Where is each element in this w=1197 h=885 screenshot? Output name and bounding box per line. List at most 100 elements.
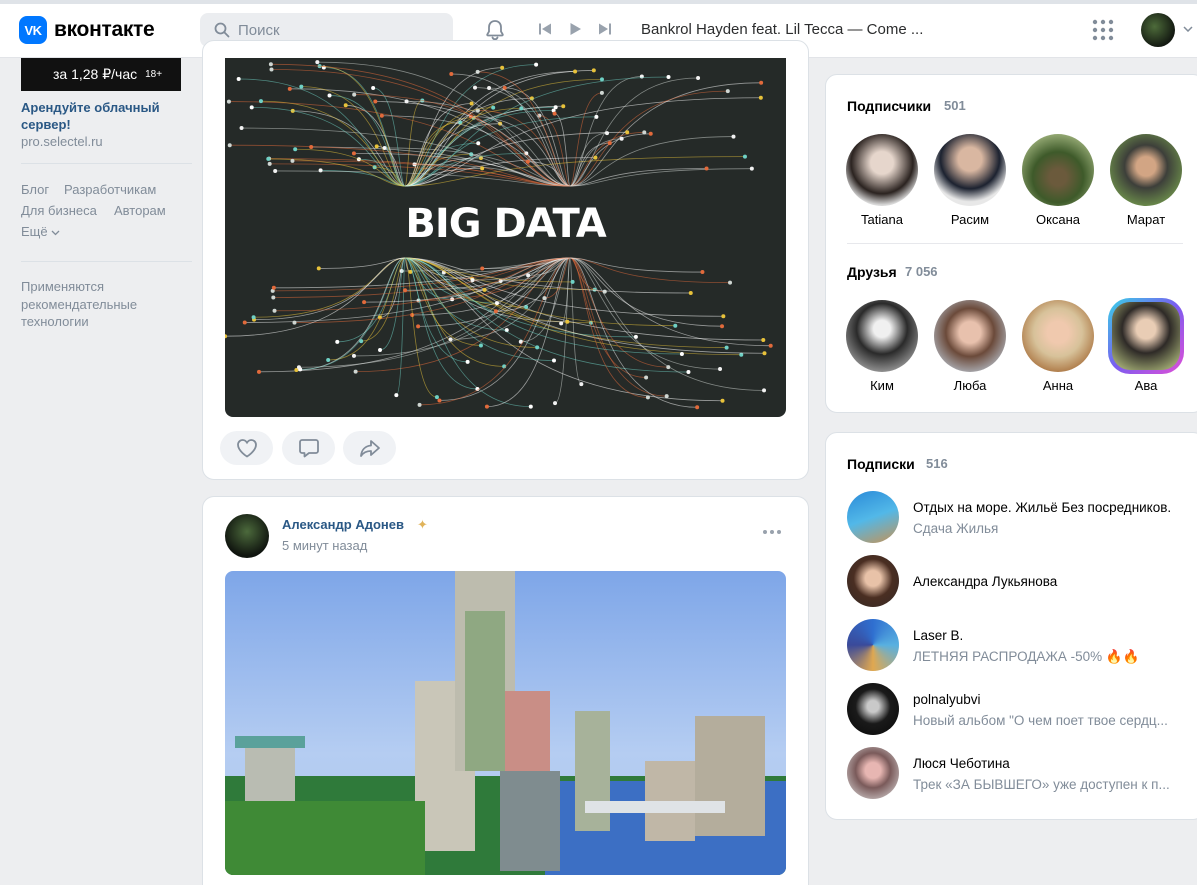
subscriber-name: Расим	[950, 212, 990, 227]
ad-title[interactable]: Арендуйте облачный сервер!	[21, 99, 181, 133]
decorative-dot	[593, 155, 598, 160]
subscriber-item[interactable]: Расим	[930, 134, 1010, 227]
avatar	[934, 134, 1006, 206]
decorative-dot	[227, 143, 232, 148]
decorative-curve	[569, 92, 602, 187]
decorative-dot	[417, 402, 422, 407]
subscription-item[interactable]: polnalyubvi Новый альбом "О чем поет тво…	[847, 683, 1187, 735]
decorative-curve	[251, 106, 406, 187]
link-business[interactable]: Для бизнеса	[21, 203, 97, 218]
friend-name: Люба	[953, 378, 987, 393]
decorative-dot	[725, 89, 730, 94]
share-icon	[359, 440, 380, 457]
subscription-status: Трек «ЗА БЫВШЕГО» уже доступен к п...	[913, 777, 1170, 792]
decorative-dot	[378, 347, 383, 352]
friend-item[interactable]: Ким	[842, 300, 922, 393]
post-image-bigdata[interactable]: BIG DATA	[225, 58, 786, 417]
subscribers-title[interactable]: Подписчики	[847, 98, 931, 114]
bell-icon[interactable]	[483, 18, 507, 42]
more-options-icon[interactable]	[762, 528, 782, 536]
decorative-dot	[258, 99, 263, 104]
link-more-label: Ещё	[21, 224, 48, 239]
post-author[interactable]: Александр Адонев	[282, 517, 404, 532]
decorative-dot	[686, 370, 691, 375]
friend-item[interactable]: Люба	[930, 300, 1010, 393]
vk-logo-icon: VK	[19, 16, 47, 44]
ad-banner[interactable]: за 1,28 ₽/час 18+	[21, 58, 181, 91]
decorative-dot	[573, 69, 578, 74]
subscription-item[interactable]: Отдых на море. Жильё Без посредников. Сд…	[847, 491, 1187, 543]
avatar	[847, 683, 899, 735]
subscriber-item[interactable]: Tatiana	[842, 134, 922, 227]
author-avatar[interactable]	[225, 514, 269, 558]
link-developers[interactable]: Разработчикам	[64, 182, 156, 197]
friend-name: Анна	[1042, 378, 1074, 393]
vk-logo[interactable]: VK вконтакте	[19, 16, 155, 44]
decorative-dot	[373, 99, 378, 104]
decorative-dot	[296, 365, 301, 370]
decorative-dot	[619, 136, 624, 141]
link-authors[interactable]: Авторам	[114, 203, 166, 218]
decorative-curve	[319, 65, 406, 187]
avatar	[847, 491, 899, 543]
like-button[interactable]	[220, 431, 273, 465]
friend-item[interactable]: Ава	[1106, 298, 1186, 393]
chevron-down-icon[interactable]	[1183, 26, 1193, 32]
next-track-icon[interactable]	[597, 21, 613, 37]
decorative-dot	[594, 114, 599, 119]
current-track-title[interactable]: Bankrol Hayden feat. Lil Tecca — Come ..…	[641, 21, 923, 38]
decorative-dot	[525, 159, 530, 164]
link-blog[interactable]: Блог	[21, 182, 49, 197]
decorative-dot	[731, 134, 736, 139]
decorative-dot	[416, 324, 421, 329]
friend-name: Ава	[1134, 378, 1158, 393]
post-time[interactable]: 5 минут назад	[282, 538, 367, 553]
decorative-dot	[591, 68, 596, 73]
subscriber-item[interactable]: Оксана	[1018, 134, 1098, 227]
decorative-dot	[742, 154, 747, 159]
decorative-dot	[269, 67, 274, 72]
decorative-dot	[484, 404, 489, 409]
decorative-curve	[404, 97, 761, 187]
decorative-dot	[528, 404, 533, 409]
subscription-item[interactable]: Александра Лукьянова	[847, 555, 1187, 607]
decorative-dot	[327, 93, 332, 98]
decorative-curve	[569, 90, 728, 187]
profile-avatar[interactable]	[1141, 13, 1175, 47]
decorative-curve	[404, 257, 478, 390]
subscription-item[interactable]: Люся Чеботина Трек «ЗА БЫВШЕГО» уже дост…	[847, 747, 1187, 799]
share-button[interactable]	[343, 431, 396, 465]
apps-grid-icon[interactable]	[1092, 19, 1114, 41]
chevron-down-icon	[51, 230, 60, 236]
decorative-dot	[720, 324, 725, 329]
image-caption: BIG DATA	[405, 201, 606, 247]
friend-item[interactable]: Анна	[1018, 300, 1098, 393]
link-more[interactable]: Ещё	[21, 224, 60, 239]
decorative-dot	[493, 309, 498, 314]
decorative-dot	[351, 353, 356, 358]
subscriber-name: Марат	[1126, 212, 1166, 227]
decorative-dot	[299, 84, 304, 89]
decorative-dot	[335, 339, 340, 344]
post-image-city[interactable]	[225, 571, 786, 875]
play-icon[interactable]	[567, 21, 583, 37]
subscription-item[interactable]: Laser B. ЛЕТНЯЯ РАСПРОДАЖА -50% 🔥🔥	[847, 619, 1187, 671]
ad-url[interactable]: pro.selectel.ru	[21, 134, 103, 149]
decorative-dot	[434, 395, 439, 400]
subscription-name: polnalyubvi	[913, 692, 981, 707]
decorative-curve	[295, 148, 406, 187]
decorative-dot	[700, 270, 705, 275]
decorative-dot	[553, 401, 558, 406]
comment-button[interactable]	[282, 431, 335, 465]
subscriptions-title[interactable]: Подписки	[847, 456, 915, 472]
friends-title[interactable]: Друзья	[847, 264, 897, 280]
decorative-dot	[688, 290, 693, 295]
previous-track-icon[interactable]	[537, 21, 553, 37]
subscriber-item[interactable]: Марат	[1106, 134, 1186, 227]
audio-player-controls	[537, 21, 613, 37]
age-badge: 18+	[145, 69, 163, 80]
decorative-curve	[569, 136, 734, 187]
decorative-curve	[569, 257, 765, 391]
logo-text: вконтакте	[54, 18, 155, 41]
comment-icon	[298, 439, 319, 458]
